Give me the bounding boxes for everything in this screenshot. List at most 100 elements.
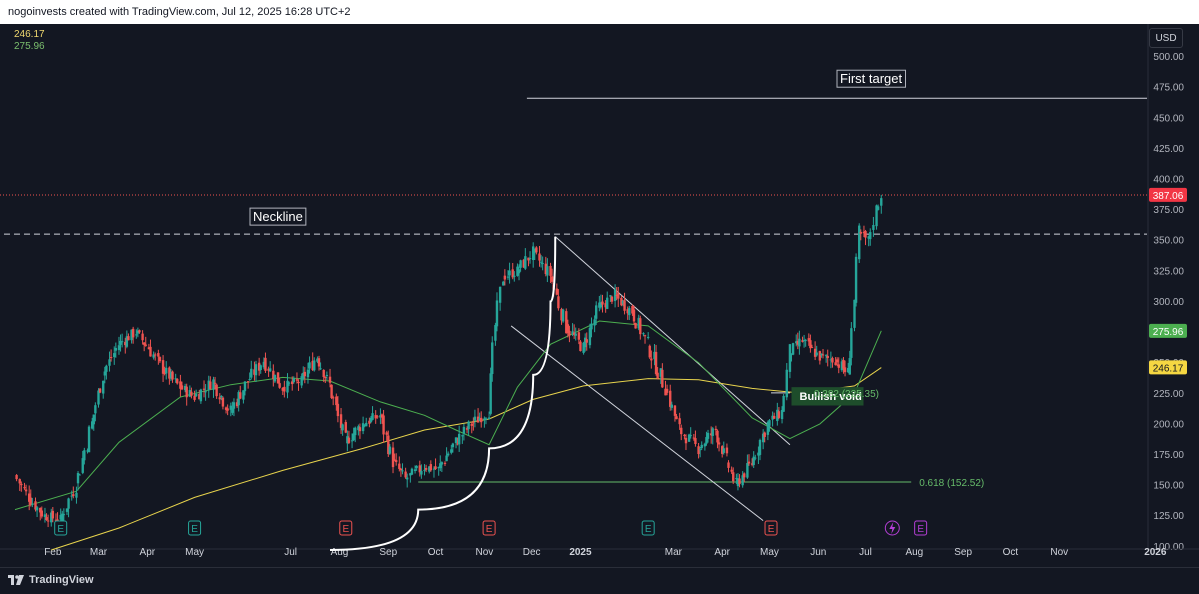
candle-body [264, 357, 267, 371]
x-tick-label: May [185, 547, 204, 558]
x-tick-label: Oct [428, 547, 444, 558]
candle-body [180, 385, 184, 390]
y-tick-label: 375.00 [1153, 205, 1184, 216]
currency-button[interactable]: USD [1149, 28, 1183, 48]
candle-body [165, 367, 168, 374]
candle-body [443, 462, 447, 464]
earnings-marker-letter: E [191, 524, 198, 535]
candle-body [473, 416, 477, 421]
candle-body [324, 376, 327, 378]
price-chart[interactable]: 100.00125.00150.00175.00200.00225.00250.… [0, 24, 1199, 567]
candle-body [835, 359, 839, 363]
candle-body [171, 371, 174, 380]
trend-channel-line [510, 325, 764, 522]
candle-body [399, 468, 403, 471]
candle-body [539, 261, 543, 263]
candle-body [78, 474, 81, 476]
candle-body [623, 300, 626, 311]
candle-body [632, 309, 636, 322]
candle-body [665, 388, 669, 393]
candle-body [617, 293, 620, 299]
candle-body [541, 263, 544, 265]
candle-body [517, 269, 521, 274]
candle-body [502, 281, 505, 286]
candle-body [413, 469, 417, 472]
candle-body [450, 449, 453, 453]
candle-body [190, 391, 193, 396]
candle-body [684, 437, 688, 444]
candle-body [194, 393, 198, 397]
candle-body [568, 330, 571, 336]
candle-body [113, 353, 116, 358]
candle-body [454, 437, 458, 444]
ma-slow-tag-text: 246.17 [1153, 363, 1184, 374]
x-tick-label: May [760, 547, 779, 558]
candle-body [831, 357, 834, 363]
tradingview-logo-icon [8, 575, 24, 585]
candle-body [675, 416, 678, 420]
candle-body [869, 232, 872, 240]
y-tick-label: 425.00 [1153, 144, 1184, 155]
candle-body [768, 420, 771, 426]
candle-body [642, 333, 645, 335]
candle-body [777, 411, 781, 418]
candle-body [154, 354, 157, 356]
candle-body [20, 483, 23, 486]
earnings-marker-letter: E [57, 524, 64, 535]
candle-body [457, 433, 461, 445]
candle-body [670, 404, 673, 408]
candle-body [654, 351, 658, 375]
chart-area[interactable]: 100.00125.00150.00175.00200.00225.00250.… [0, 24, 1199, 567]
ma-fast-line [14, 320, 882, 511]
y-tick-label: 200.00 [1153, 419, 1184, 430]
candle-body [242, 390, 245, 400]
tradingview-logo[interactable]: TradingView [8, 574, 94, 586]
candle-body [711, 428, 714, 436]
y-tick-label: 500.00 [1153, 52, 1184, 63]
candle-body [331, 397, 335, 399]
candle-body [579, 341, 582, 352]
candle-body [876, 206, 880, 210]
candle-body [268, 368, 272, 372]
candle-body [410, 468, 414, 475]
candle-body [763, 432, 766, 437]
y-tick-label: 325.00 [1153, 266, 1184, 277]
x-tick-label: Nov [475, 547, 493, 558]
candle-body [683, 434, 686, 436]
candle-body [94, 405, 97, 414]
candle-body [717, 442, 721, 445]
candle-body [809, 340, 812, 349]
candle-body [278, 383, 281, 388]
candle-body [232, 402, 236, 409]
candle-body [328, 376, 332, 383]
candle-body [317, 358, 321, 367]
candle-body [821, 354, 825, 356]
earnings-marker-letter: E [917, 524, 924, 535]
earnings-marker: E [641, 520, 655, 536]
candle-body [35, 507, 39, 511]
candle-body [231, 408, 234, 413]
candle-body [804, 339, 807, 341]
earnings-marker: E [914, 520, 928, 536]
candle-body [610, 296, 614, 302]
candle-body [254, 364, 258, 376]
candle-body [738, 478, 741, 485]
y-tick-label: 400.00 [1153, 175, 1184, 186]
last-price-tag-text: 387.06 [1153, 191, 1184, 202]
candle-body [325, 374, 329, 376]
earnings-marker: E [482, 520, 496, 536]
x-tick-label: 2026 [1144, 547, 1167, 558]
y-tick-label: 125.00 [1153, 511, 1184, 522]
candle-body [199, 389, 203, 402]
candle-body [335, 396, 338, 406]
candle-body [595, 305, 598, 319]
candle-body [842, 359, 845, 369]
candle-body [40, 510, 43, 517]
candle-body [826, 355, 829, 359]
candle-body [467, 421, 470, 430]
candle-body [555, 288, 559, 295]
candle-body [144, 344, 147, 346]
candle-body [561, 309, 565, 322]
y-tick-label: 225.00 [1153, 389, 1184, 400]
candle-body [18, 479, 21, 484]
